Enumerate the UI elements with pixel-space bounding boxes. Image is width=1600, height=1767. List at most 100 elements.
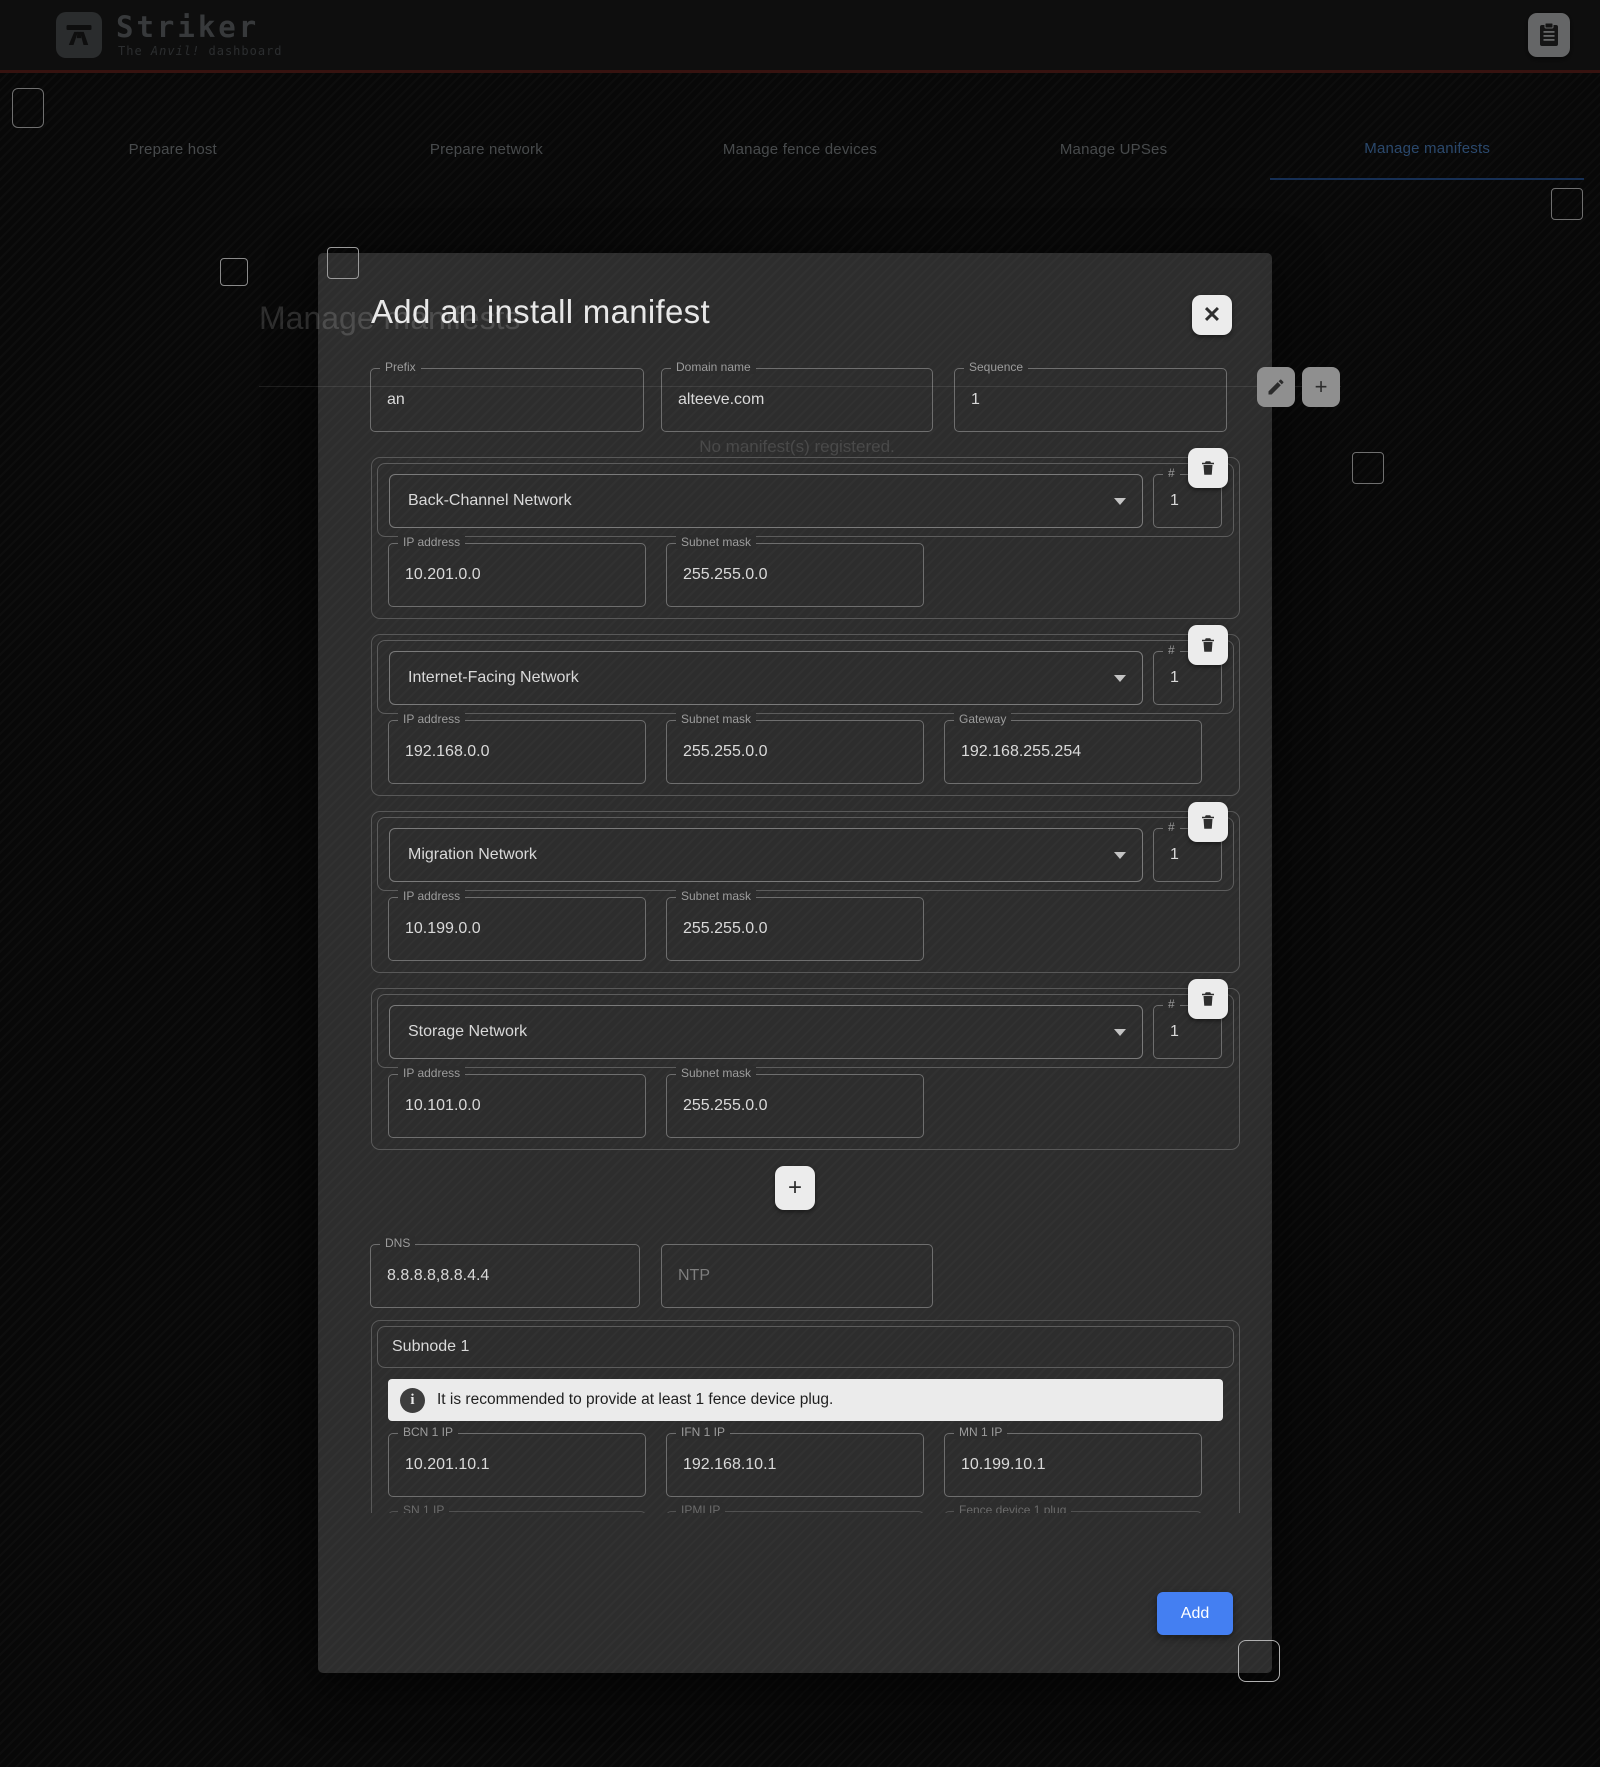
trash-icon xyxy=(1199,989,1217,1009)
ifn-1-ip-field[interactable]: IFN 1 IP 192.168.10.1 xyxy=(666,1433,924,1497)
network-count-label: # xyxy=(1163,820,1180,834)
network-count-value: 1 xyxy=(1170,492,1179,510)
trash-icon xyxy=(1199,635,1217,655)
prefix-label: Prefix xyxy=(380,360,421,374)
domain-name-value: alteeve.com xyxy=(678,391,764,409)
ip-address-label: IP address xyxy=(398,535,465,549)
sequence-value: 1 xyxy=(971,391,980,409)
network-type-select[interactable]: Storage Network xyxy=(389,1005,1143,1059)
bcn-1-ip-value: 10.201.10.1 xyxy=(405,1456,490,1474)
network-header: Storage Network # 1 xyxy=(377,994,1234,1068)
dns-label: DNS xyxy=(380,1236,415,1250)
subnet-mask-field[interactable]: Subnet mask 255.255.0.0 xyxy=(666,897,924,961)
ip-address-label: IP address xyxy=(398,1066,465,1080)
prefix-field[interactable]: Prefix an xyxy=(370,368,644,432)
subnet-mask-field[interactable]: Subnet mask 255.255.0.0 xyxy=(666,543,924,607)
network-type-select[interactable]: Internet-Facing Network xyxy=(389,651,1143,705)
chevron-down-icon xyxy=(1114,852,1126,859)
focus-outline-box xyxy=(1551,188,1583,220)
dialog-title: Add an install manifest xyxy=(371,293,710,331)
network-type-select[interactable]: Migration Network xyxy=(389,828,1143,882)
subnode-header: Subnode 1 xyxy=(377,1326,1234,1368)
bcn-1-ip-field[interactable]: BCN 1 IP 10.201.10.1 xyxy=(388,1433,646,1497)
network-count-value: 1 xyxy=(1170,669,1179,687)
network-section-ifn: Internet-Facing Network # 1 IP address 1… xyxy=(371,634,1240,796)
mn-1-ip-field[interactable]: MN 1 IP 10.199.10.1 xyxy=(944,1433,1202,1497)
subnet-mask-value: 255.255.0.0 xyxy=(683,1097,768,1115)
add-button[interactable]: Add xyxy=(1157,1592,1233,1635)
focus-outline-box xyxy=(1238,1640,1280,1682)
add-manifest-button[interactable]: + xyxy=(1302,367,1340,407)
sn-1-ip-label: SN 1 IP xyxy=(398,1503,449,1513)
ifn-1-ip-label: IFN 1 IP xyxy=(676,1425,730,1439)
network-type-value: Internet-Facing Network xyxy=(408,669,579,687)
subnet-mask-label: Subnet mask xyxy=(676,1066,756,1080)
close-icon: ✕ xyxy=(1203,302,1221,328)
ip-address-field[interactable]: IP address 10.101.0.0 xyxy=(388,1074,646,1138)
subnet-mask-value: 255.255.0.0 xyxy=(683,743,768,761)
dns-field[interactable]: DNS 8.8.8.8,8.8.4.4 xyxy=(370,1244,640,1308)
subnet-mask-label: Subnet mask xyxy=(676,712,756,726)
sequence-field[interactable]: Sequence 1 xyxy=(954,368,1227,432)
ip-address-label: IP address xyxy=(398,889,465,903)
ip-address-field[interactable]: IP address 10.199.0.0 xyxy=(388,897,646,961)
dns-value: 8.8.8.8,8.8.4.4 xyxy=(387,1267,489,1285)
ipmi-ip-label: IPMI IP xyxy=(676,1503,725,1513)
network-count-value: 1 xyxy=(1170,846,1179,864)
gateway-field[interactable]: Gateway 192.168.255.254 xyxy=(944,720,1202,784)
delete-network-button[interactable] xyxy=(1188,625,1228,665)
network-header: Back-Channel Network # 1 xyxy=(377,463,1234,537)
edit-manifest-button[interactable] xyxy=(1257,367,1295,407)
pencil-icon xyxy=(1266,377,1286,397)
ntp-placeholder: NTP xyxy=(678,1267,710,1285)
domain-name-field[interactable]: Domain name alteeve.com xyxy=(661,368,933,432)
focus-outline-box xyxy=(327,247,359,279)
subnet-mask-value: 255.255.0.0 xyxy=(683,920,768,938)
fence-recommendation-text: It is recommended to provide at least 1 … xyxy=(437,1391,833,1409)
sequence-label: Sequence xyxy=(964,360,1028,374)
network-header: Internet-Facing Network # 1 xyxy=(377,640,1234,714)
network-section-mn: Migration Network # 1 IP address 10.199.… xyxy=(371,811,1240,973)
network-header: Migration Network # 1 xyxy=(377,817,1234,891)
ip-address-value: 10.199.0.0 xyxy=(405,920,481,938)
prefix-value: an xyxy=(387,391,405,409)
ipmi-ip-field[interactable]: IPMI IP xyxy=(666,1511,924,1513)
plus-icon: + xyxy=(1315,374,1328,400)
sn-1-ip-field[interactable]: SN 1 IP xyxy=(388,1511,646,1513)
close-dialog-button[interactable]: ✕ xyxy=(1192,295,1232,335)
plus-icon: + xyxy=(788,1174,802,1202)
delete-network-button[interactable] xyxy=(1188,802,1228,842)
network-section-bcn: Back-Channel Network # 1 IP address 10.2… xyxy=(371,457,1240,619)
gateway-value: 192.168.255.254 xyxy=(961,743,1081,761)
trash-icon xyxy=(1199,812,1217,832)
network-type-value: Back-Channel Network xyxy=(408,492,572,510)
info-icon: i xyxy=(400,1388,425,1413)
delete-network-button[interactable] xyxy=(1188,979,1228,1019)
network-count-label: # xyxy=(1163,466,1180,480)
network-type-value: Migration Network xyxy=(408,846,537,864)
fence-recommendation-banner: i It is recommended to provide at least … xyxy=(388,1379,1223,1421)
fence-plug-field[interactable]: Fence device 1 plug xyxy=(944,1511,1202,1513)
subnet-mask-value: 255.255.0.0 xyxy=(683,566,768,584)
ip-address-field[interactable]: IP address 192.168.0.0 xyxy=(388,720,646,784)
subnet-mask-label: Subnet mask xyxy=(676,889,756,903)
delete-network-button[interactable] xyxy=(1188,448,1228,488)
subnet-mask-field[interactable]: Subnet mask 255.255.0.0 xyxy=(666,1074,924,1138)
network-type-value: Storage Network xyxy=(408,1023,527,1041)
focus-outline-box xyxy=(12,88,44,128)
ntp-field[interactable]: NTP xyxy=(661,1244,933,1308)
ifn-1-ip-value: 192.168.10.1 xyxy=(683,1456,776,1474)
subnode-title: Subnode 1 xyxy=(392,1338,469,1356)
network-count-value: 1 xyxy=(1170,1023,1179,1041)
subnode-1-section: Subnode 1 i It is recommended to provide… xyxy=(371,1320,1240,1513)
subnet-mask-field[interactable]: Subnet mask 255.255.0.0 xyxy=(666,720,924,784)
focus-outline-box xyxy=(220,258,248,286)
network-type-select[interactable]: Back-Channel Network xyxy=(389,474,1143,528)
add-network-button[interactable]: + xyxy=(775,1166,815,1210)
ip-address-value: 10.201.0.0 xyxy=(405,566,481,584)
subnet-mask-label: Subnet mask xyxy=(676,535,756,549)
ip-address-field[interactable]: IP address 10.201.0.0 xyxy=(388,543,646,607)
domain-name-label: Domain name xyxy=(671,360,756,374)
bcn-1-ip-label: BCN 1 IP xyxy=(398,1425,458,1439)
ip-address-value: 10.101.0.0 xyxy=(405,1097,481,1115)
